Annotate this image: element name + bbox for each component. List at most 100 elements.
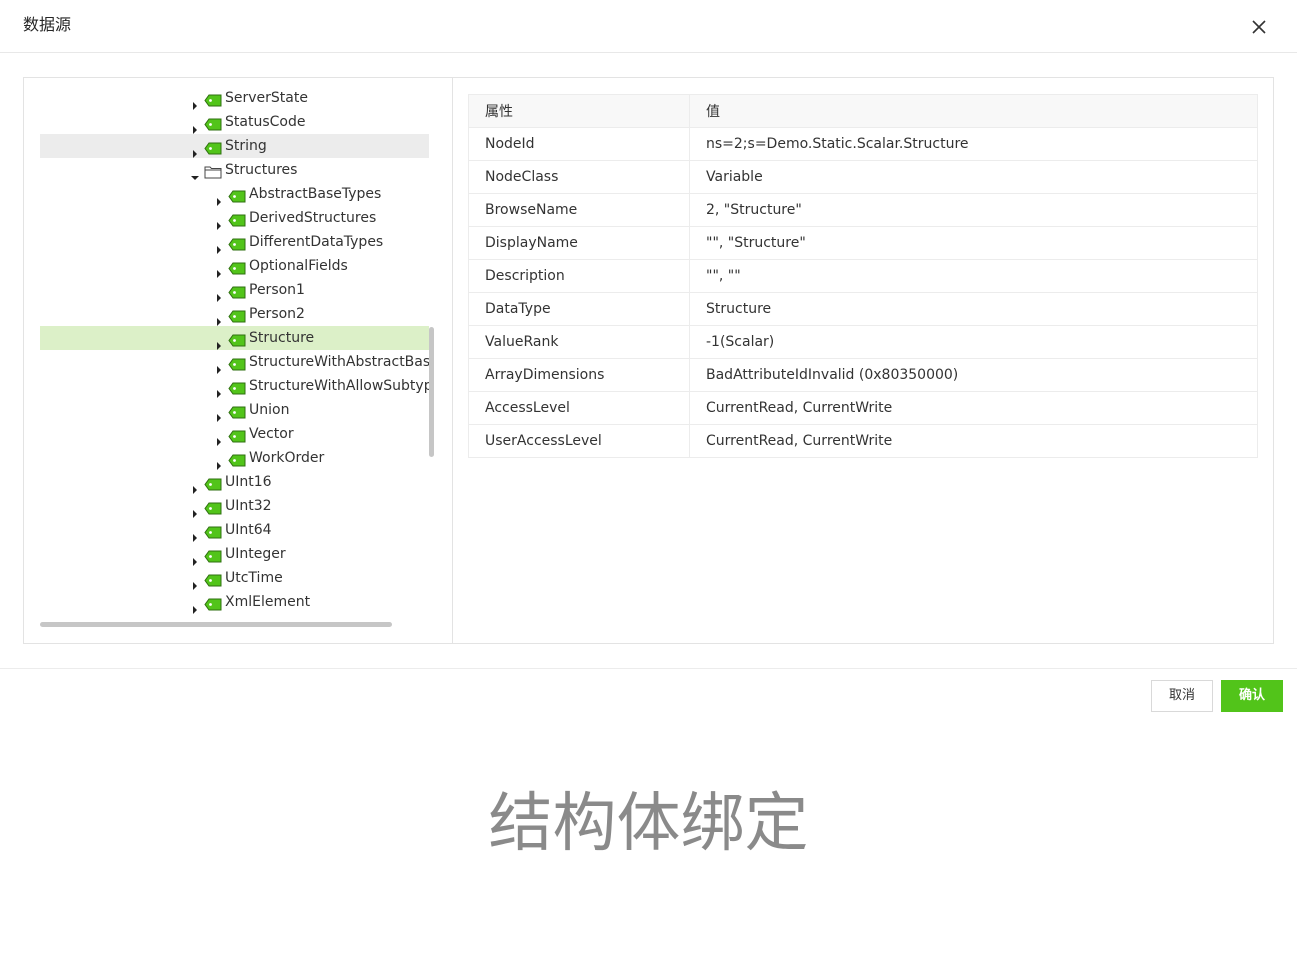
caret-right-icon[interactable] (191, 574, 199, 590)
tree-node-label: String (225, 138, 267, 154)
property-value-cell: -1(Scalar) (689, 325, 1258, 359)
caret-right-icon[interactable] (191, 502, 199, 518)
properties-table: 属性 值 NodeId ns=2;s=Demo.Static.Scalar.Str… (468, 94, 1258, 458)
tree-node-label: UInteger (225, 546, 286, 562)
tree-node[interactable]: Person2 (40, 302, 429, 326)
table-header-row: 属性 值 (468, 94, 1258, 128)
tag-icon (228, 427, 246, 443)
caret-right-icon[interactable] (215, 310, 223, 326)
tag-icon (228, 187, 246, 203)
caret-right-icon[interactable] (215, 382, 223, 398)
caret-right-icon[interactable] (215, 454, 223, 470)
property-name-cell: AccessLevel (468, 391, 690, 425)
tag-icon (228, 451, 246, 467)
caret-right-icon[interactable] (215, 334, 223, 350)
tree-node[interactable]: Structures (40, 158, 429, 182)
tree-node-label: UtcTime (225, 570, 283, 586)
property-value-cell: Structure (689, 292, 1258, 326)
property-value-cell: 2, "Structure" (689, 193, 1258, 227)
caret-right-icon[interactable] (215, 358, 223, 374)
tree-node[interactable]: UtcTime (40, 566, 429, 590)
tree-node[interactable]: UInt32 (40, 494, 429, 518)
caret-right-icon[interactable] (191, 142, 199, 158)
caret-right-icon[interactable] (215, 430, 223, 446)
tree-node-label: UInt16 (225, 474, 272, 490)
tag-icon (204, 595, 222, 611)
property-value-cell: ns=2;s=Demo.Static.Scalar.Structure (689, 127, 1258, 161)
caret-right-icon[interactable] (191, 598, 199, 614)
dialog-header: 数据源 (0, 0, 1297, 53)
tag-icon (228, 379, 246, 395)
caret-right-icon[interactable] (215, 190, 223, 206)
tree-node-label: UInt64 (225, 522, 272, 538)
caption-text: 结构体绑定 (488, 787, 809, 861)
cancel-button[interactable]: 取消 (1151, 680, 1213, 712)
caret-right-icon[interactable] (215, 238, 223, 254)
tree-node-label: Structures (225, 162, 298, 178)
property-value-cell: "", "" (689, 259, 1258, 293)
table-row: DisplayName "", "Structure" (468, 226, 1258, 260)
content-frame: XmlElement UtcTime UInteger UInt64 UInt32 UIn… (23, 77, 1274, 644)
table-row: NodeClass Variable (468, 160, 1258, 194)
tree-node[interactable]: UInteger (40, 542, 429, 566)
property-value-cell: Variable (689, 160, 1258, 194)
caret-right-icon[interactable] (215, 262, 223, 278)
table-row: BrowseName 2, "Structure" (468, 193, 1258, 227)
vertical-scrollbar[interactable] (429, 327, 434, 457)
caret-down-icon[interactable] (191, 166, 199, 180)
tag-icon (204, 91, 222, 107)
tree-node[interactable]: Vector (40, 422, 429, 446)
property-name-cell: ValueRank (468, 325, 690, 359)
property-value-cell: CurrentRead, CurrentWrite (689, 391, 1258, 425)
tag-icon (228, 307, 246, 323)
tag-icon (228, 259, 246, 275)
tree-node-label: XmlElement (225, 594, 311, 610)
caret-right-icon[interactable] (191, 550, 199, 566)
property-name-cell: UserAccessLevel (468, 424, 690, 458)
caret-right-icon[interactable] (215, 286, 223, 302)
table-row: Description "", "" (468, 259, 1258, 293)
table-row: UserAccessLevel CurrentRead, CurrentWrite (468, 424, 1258, 458)
table-row: ArrayDimensions BadAttributeIdInvalid (0x… (468, 358, 1258, 392)
tree-node[interactable]: StructureWithAllowSubtype (40, 374, 429, 398)
property-name-cell: NodeClass (468, 160, 690, 194)
tree-node[interactable]: StructureWithAbstractBase (40, 350, 429, 374)
tree-node[interactable]: UInt16 (40, 470, 429, 494)
caret-right-icon[interactable] (191, 118, 199, 134)
tree-node[interactable]: Structure (40, 326, 429, 350)
caret-right-icon[interactable] (191, 526, 199, 542)
tree-node[interactable]: Union (40, 398, 429, 422)
tree-node[interactable]: AbstractBaseTypes (40, 182, 429, 206)
tree-node[interactable]: XmlElement (40, 590, 429, 614)
tag-icon (228, 331, 246, 347)
tag-icon (228, 355, 246, 371)
tree-node-label: DifferentDataTypes (249, 234, 384, 250)
tree-node-label: Union (249, 402, 290, 418)
tree-node[interactable]: WorkOrder (40, 446, 429, 470)
caret-right-icon[interactable] (215, 406, 223, 422)
caret-right-icon[interactable] (191, 478, 199, 494)
tree-node-label: UInt32 (225, 498, 272, 514)
confirm-button[interactable]: 确认 (1221, 680, 1283, 712)
tag-icon (228, 235, 246, 251)
property-name-cell: BrowseName (468, 193, 690, 227)
tree-panel[interactable]: XmlElement UtcTime UInteger UInt64 UInt32 UIn… (24, 78, 453, 643)
tree-node[interactable]: StatusCode (40, 110, 429, 134)
tree-node[interactable]: DifferentDataTypes (40, 230, 429, 254)
close-icon[interactable] (1248, 16, 1270, 38)
tree-node[interactable]: ServerState (40, 86, 429, 110)
tree-node[interactable]: UInt64 (40, 518, 429, 542)
tree-node-label: StatusCode (225, 114, 306, 130)
tag-icon (204, 115, 222, 131)
tree-node[interactable]: DerivedStructures (40, 206, 429, 230)
caret-right-icon[interactable] (191, 94, 199, 110)
tree-node-label: StructureWithAllowSubtype (249, 378, 429, 394)
caret-right-icon[interactable] (215, 214, 223, 230)
tree-node[interactable]: OptionalFields (40, 254, 429, 278)
tree-node[interactable]: String (40, 134, 429, 158)
tag-icon (228, 283, 246, 299)
horizontal-scrollbar[interactable] (40, 622, 392, 627)
table-row: NodeId ns=2;s=Demo.Static.Scalar.Structur… (468, 127, 1258, 161)
tag-icon (204, 499, 222, 515)
tree-node[interactable]: Person1 (40, 278, 429, 302)
